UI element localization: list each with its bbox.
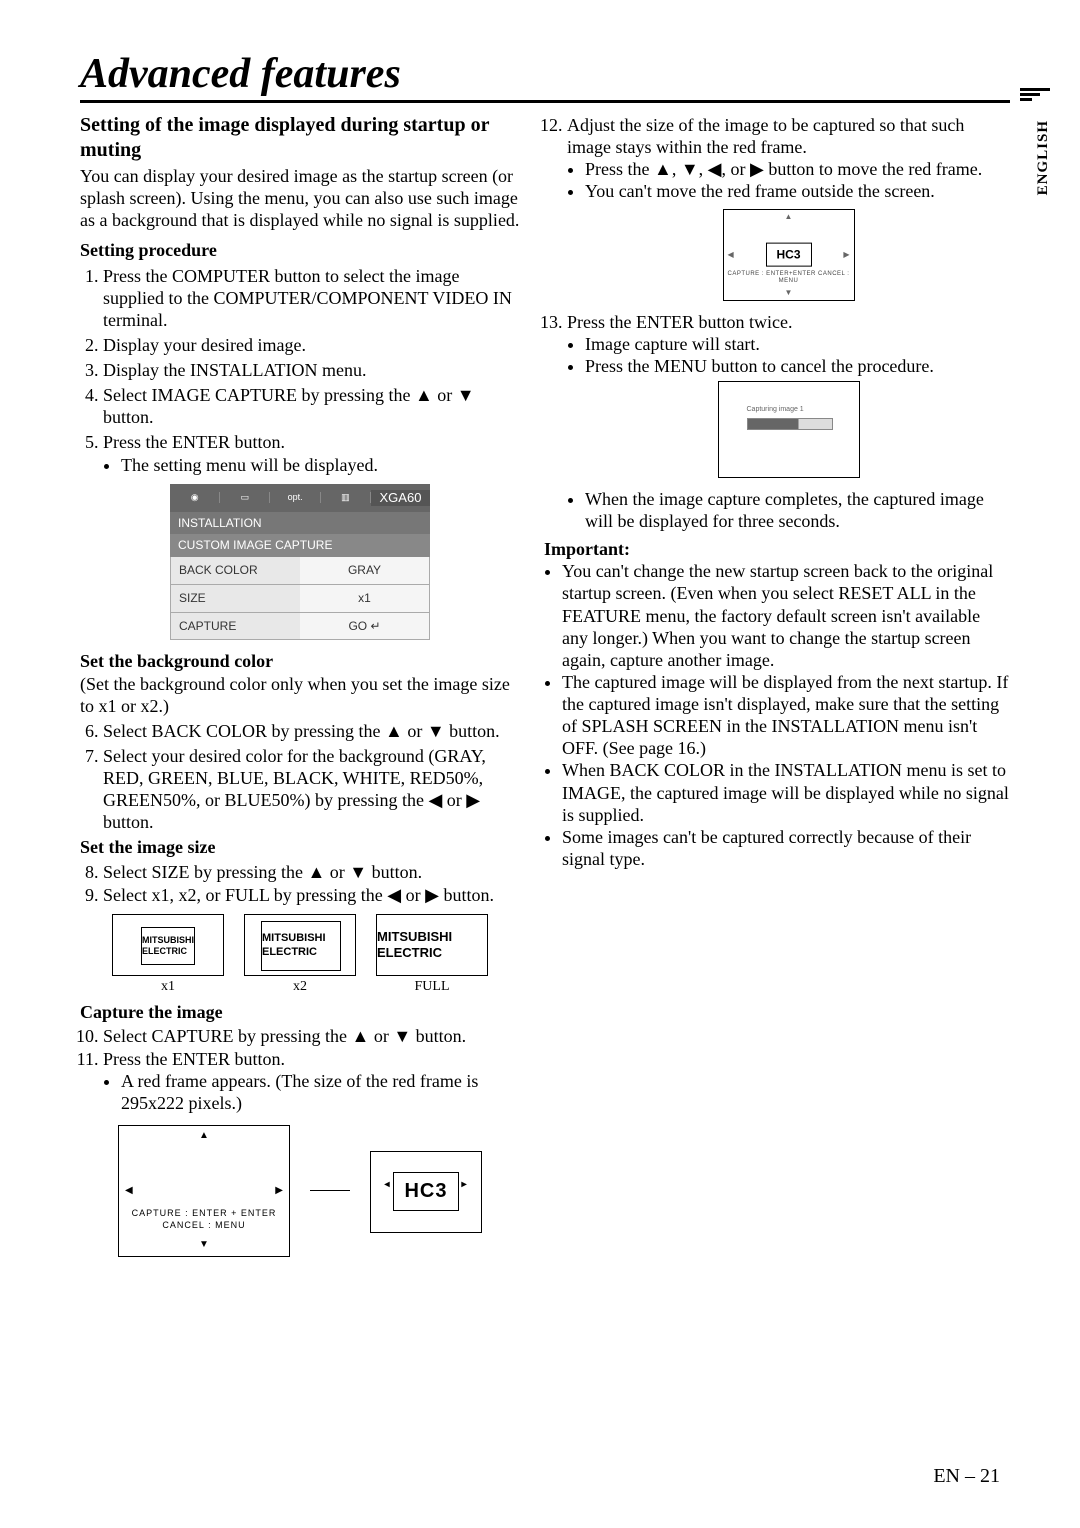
important-2: The captured image will be displayed fro… [562, 671, 1010, 760]
step-5-sub: The setting menu will be displayed. [121, 454, 520, 476]
capture-diagram: ▲ ▼ ◀ ▶ CAPTURE : ENTER + ENTER CANCEL :… [80, 1125, 520, 1257]
menu-section: INSTALLATION [170, 512, 430, 535]
menu-signal-label: XGA60 [371, 490, 430, 506]
step-12-sub-2: You can't move the red frame outside the… [585, 180, 1010, 202]
right-column: Adjust the size of the image to be captu… [544, 111, 1010, 1257]
down-icon: ▼ [393, 1026, 411, 1046]
important-4: Some images can't be captured correctly … [562, 826, 1010, 870]
size-tile-full: MITSUBISHI ELECTRIC [376, 914, 488, 976]
menu-screenshot: ◉ ▭ opt. ▥ XGA60 INSTALLATION CUSTOM IMA… [170, 484, 430, 641]
steps-list-right-1: Adjust the size of the image to be captu… [544, 114, 1010, 301]
menu-tab-icon: ▭ [220, 492, 270, 503]
up-icon: ▲ [385, 721, 403, 741]
step-8: Select SIZE by pressing the ▲ or ▼ butto… [103, 861, 520, 883]
capture-preview: HC3 [370, 1151, 482, 1233]
down-icon: ▼ [349, 862, 367, 882]
progress-bar [747, 418, 833, 430]
steps-list-4: Select CAPTURE by pressing the ▲ or ▼ bu… [80, 1025, 520, 1115]
capture-frame: ▲ ▼ ◀ ▶ CAPTURE : ENTER + ENTER CANCEL :… [118, 1125, 290, 1257]
left-icon: ◀ [428, 790, 442, 810]
setting-procedure-title: Setting procedure [80, 239, 520, 261]
left-icon: ◀ [125, 1184, 133, 1196]
language-tab: ENGLISH [1035, 120, 1052, 195]
connector-line [310, 1190, 350, 1257]
step-7: Select your desired color for the backgr… [103, 745, 520, 834]
step-13-sub-1: Image capture will start. [585, 333, 1010, 355]
down-icon: ▼ [457, 385, 475, 405]
menu-subsection: CUSTOM IMAGE CAPTURE [170, 534, 430, 557]
left-column: Setting of the image displayed during st… [80, 111, 520, 1257]
step-2: Display your desired image. [103, 334, 520, 356]
important-3: When BACK COLOR in the INSTALLATION menu… [562, 759, 1010, 825]
steps-list-2: Select BACK COLOR by pressing the ▲ or ▼… [80, 720, 520, 834]
mini-screen-hc3: ▲ ▼ ◀ ▶ HC3 CAPTURE : ENTER+ENTER CANCEL… [723, 209, 855, 301]
mini-screen-progress: Capturing image 1 [718, 381, 860, 478]
down-icon: ▼ [427, 721, 445, 741]
bg-color-title: Set the background color [80, 650, 520, 672]
step-6: Select BACK COLOR by pressing the ▲ or ▼… [103, 720, 520, 742]
corner-decoration [1020, 88, 1050, 103]
page-number: EN – 21 [933, 1465, 1000, 1488]
right-icon: ▶ [466, 790, 480, 810]
menu-tab-icon: opt. [270, 492, 320, 503]
step-12: Adjust the size of the image to be captu… [567, 114, 1010, 301]
down-icon: ▼ [681, 159, 699, 179]
size-tile-x2: MITSUBISHI ELECTRIC [244, 914, 356, 976]
size-title: Set the image size [80, 836, 520, 858]
steps-list-3: Select SIZE by pressing the ▲ or ▼ butto… [80, 861, 520, 906]
step-13-sub-3: When the image capture completes, the ca… [585, 488, 1010, 532]
important-heading: Important: [544, 538, 1010, 560]
step-4: Select IMAGE CAPTURE by pressing the ▲ o… [103, 384, 520, 428]
size-preview-row: MITSUBISHI ELECTRIC x1 MITSUBISHI ELECTR… [80, 914, 520, 995]
menu-tab-icon: ◉ [170, 492, 220, 503]
right-icon: ▶ [750, 159, 764, 179]
steps-list-right-2: Press the ENTER button twice. Image capt… [544, 311, 1010, 533]
step-3: Display the INSTALLATION menu. [103, 359, 520, 381]
step-11: Press the ENTER button. A red frame appe… [103, 1048, 520, 1114]
up-icon: ▲ [415, 385, 433, 405]
steps-list-1: Press the COMPUTER button to select the … [80, 265, 520, 476]
page-title: Advanced features [80, 50, 1010, 103]
step-1: Press the COMPUTER button to select the … [103, 265, 520, 331]
menu-tab-icon: ▥ [321, 492, 371, 503]
step-10: Select CAPTURE by pressing the ▲ or ▼ bu… [103, 1025, 520, 1047]
important-1: You can't change the new startup screen … [562, 560, 1010, 671]
size-tile-x1: MITSUBISHI ELECTRIC [112, 914, 224, 976]
step-12-sub-1: Press the ▲, ▼, ◀, or ▶ button to move t… [585, 158, 1010, 180]
right-icon: ▶ [425, 885, 439, 905]
up-icon: ▲ [351, 1026, 369, 1046]
right-icon: ▶ [275, 1184, 283, 1196]
down-icon: ▼ [199, 1239, 209, 1251]
bg-color-note: (Set the background color only when you … [80, 673, 520, 717]
intro-paragraph: You can display your desired image as th… [80, 165, 520, 231]
step-11-sub: A red frame appears. (The size of the re… [121, 1070, 520, 1114]
step-13: Press the ENTER button twice. Image capt… [567, 311, 1010, 533]
up-icon: ▲ [199, 1130, 209, 1142]
important-list: You can't change the new startup screen … [544, 560, 1010, 870]
up-icon: ▲ [654, 159, 672, 179]
step-9: Select x1, x2, or FULL by pressing the ◀… [103, 884, 520, 906]
step-5: Press the ENTER button. The setting menu… [103, 431, 520, 475]
step-13-sub-2: Press the MENU button to cancel the proc… [585, 355, 1010, 377]
capture-title: Capture the image [80, 1001, 520, 1023]
left-icon: ◀ [708, 159, 722, 179]
left-icon: ◀ [387, 885, 401, 905]
up-icon: ▲ [307, 862, 325, 882]
section-heading: Setting of the image displayed during st… [80, 113, 520, 163]
